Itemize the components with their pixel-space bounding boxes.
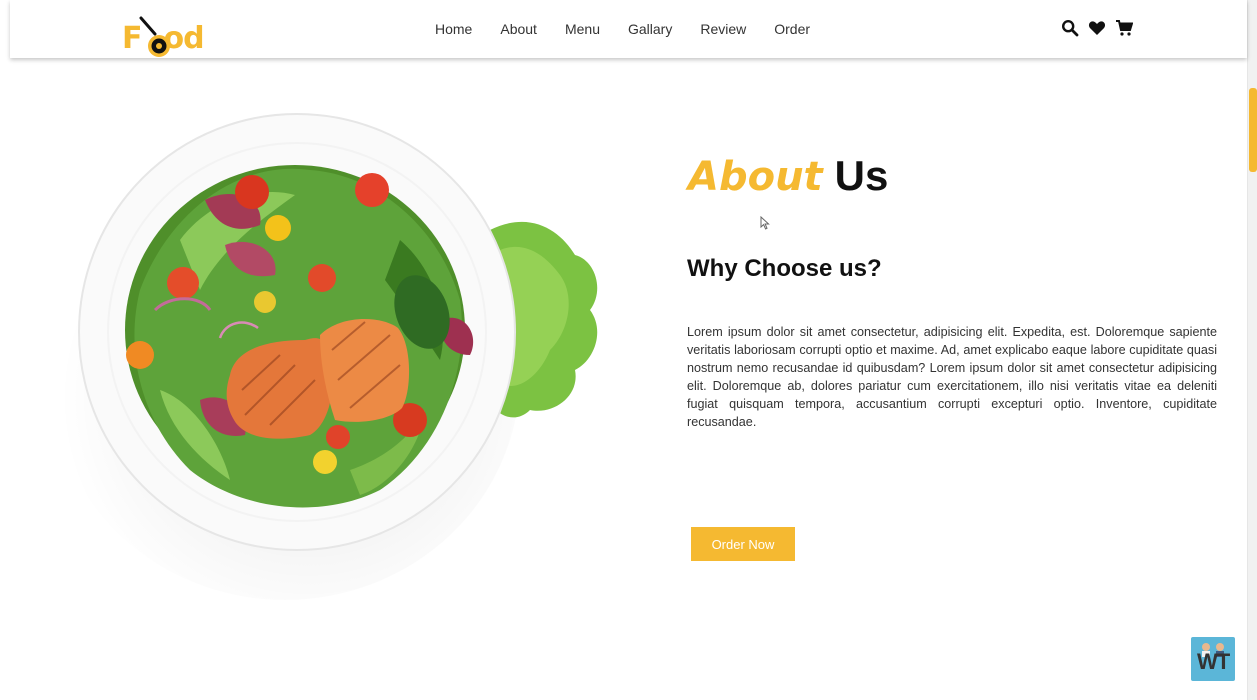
heart-icon[interactable] — [1088, 19, 1106, 37]
header: F od Home About Menu Gallary Review Orde… — [10, 0, 1247, 58]
nav-item-about[interactable]: About — [500, 21, 537, 37]
nav-item-gallary[interactable]: Gallary — [628, 21, 672, 37]
mouse-pointer-icon — [760, 215, 770, 235]
header-icons — [1061, 19, 1134, 37]
nav-item-review[interactable]: Review — [700, 21, 746, 37]
about-heading-accent: About — [688, 154, 823, 200]
wt-badge-logo[interactable]: WT — [1191, 637, 1235, 681]
badge-text: WT — [1197, 649, 1230, 674]
main-nav: Home About Menu Gallary Review Order — [435, 0, 838, 58]
section-subtitle: Why Choose us? — [687, 255, 882, 282]
about-paragraph: Lorem ipsum dolor sit amet consectetur, … — [687, 325, 1217, 429]
nav-item-menu[interactable]: Menu — [565, 21, 600, 37]
scrollbar-thumb[interactable] — [1249, 88, 1257, 172]
salad-plate-image — [20, 90, 620, 610]
about-heading: About Us — [688, 152, 888, 200]
search-icon[interactable] — [1061, 19, 1079, 37]
page: F od Home About Menu Gallary Review Orde… — [0, 0, 1257, 700]
about-heading-rest: Us — [834, 152, 889, 199]
page-scrollbar[interactable] — [1247, 0, 1257, 700]
nav-item-home[interactable]: Home — [435, 21, 472, 37]
nav-item-order[interactable]: Order — [774, 21, 810, 37]
cart-icon[interactable] — [1115, 19, 1134, 37]
order-now-button[interactable]: Order Now — [691, 527, 795, 561]
logo[interactable]: F od — [122, 8, 205, 57]
